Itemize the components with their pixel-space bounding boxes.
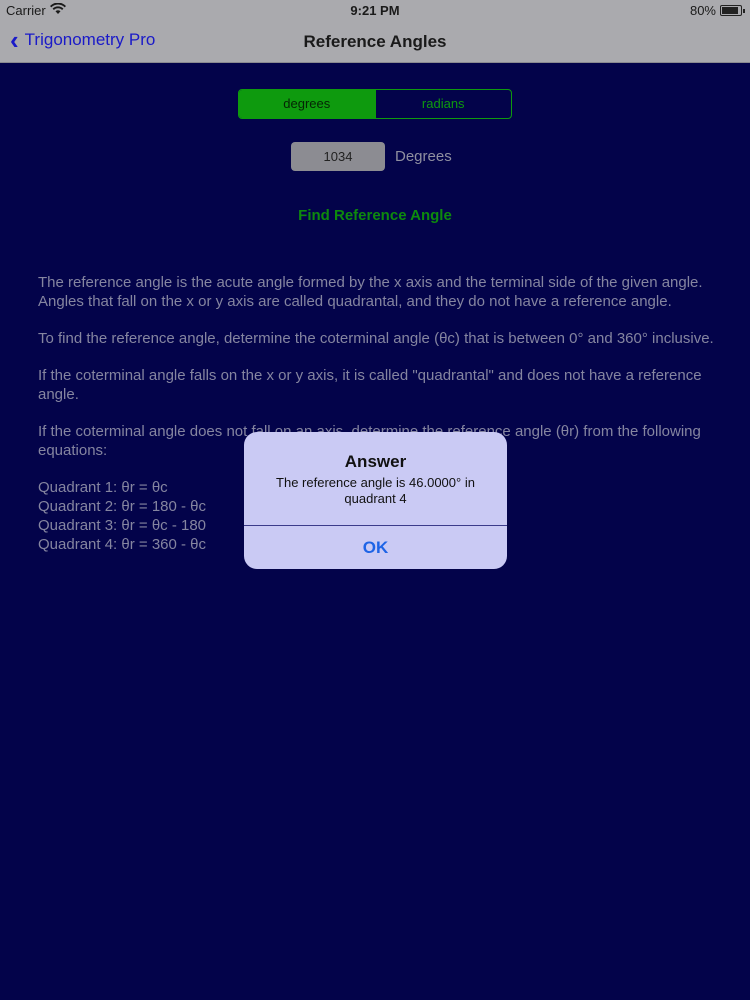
unit-segmented-control: degrees radians <box>238 89 512 119</box>
explanation-paragraph: If the coterminal angle falls on the x o… <box>38 367 702 403</box>
angle-input[interactable]: 1034 <box>291 142 385 171</box>
alert-message: The reference angle is 46.0000° in quadr… <box>276 475 475 506</box>
explanation-paragraph: To find the reference angle, determine t… <box>38 330 714 347</box>
status-bar: Carrier 9:21 PM 80% <box>0 0 750 22</box>
segment-degrees[interactable]: degrees <box>239 90 375 118</box>
battery-icon <box>720 5 745 16</box>
status-time: 9:21 PM <box>350 3 400 18</box>
page-title: Reference Angles <box>303 32 447 51</box>
angle-unit-label: Degrees <box>395 148 452 165</box>
answer-alert: Answer The reference angle is 46.0000° i… <box>244 432 507 569</box>
battery-percentage: 80% <box>689 3 716 18</box>
ok-button[interactable]: OK <box>244 526 507 569</box>
navigation-bar: ‹ Trigonometry Pro Reference Angles <box>0 22 750 63</box>
alert-title: Answer <box>344 452 407 471</box>
explanation-paragraph: The reference angle is the acute angle f… <box>38 274 703 310</box>
find-reference-angle-button[interactable]: Find Reference Angle <box>0 207 750 224</box>
segment-radians[interactable]: radians <box>374 90 512 118</box>
